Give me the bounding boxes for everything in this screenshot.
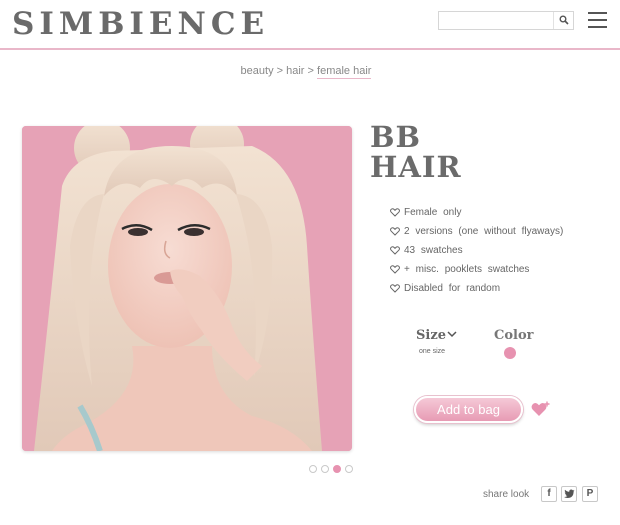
feature-list: Female only 2 versions (one without flya… <box>390 206 563 301</box>
site-header: SIMBIENCE <box>0 0 620 50</box>
size-label[interactable]: Size <box>416 328 446 343</box>
feature-item: Female only <box>390 206 563 225</box>
feature-text: Disabled for random <box>404 283 501 294</box>
feature-item: 2 versions (one without flyaways) <box>390 225 563 244</box>
search-input[interactable] <box>439 12 555 29</box>
heart-outline-icon <box>390 227 400 236</box>
heart-outline-icon <box>390 284 400 293</box>
color-label: Color <box>494 328 534 343</box>
product-image[interactable] <box>22 126 352 451</box>
share-label: share look <box>483 489 530 500</box>
add-to-bag-button[interactable]: Add to bag <box>414 396 523 423</box>
breadcrumb-item-hair[interactable]: hair <box>286 65 304 77</box>
breadcrumb-item-female-hair[interactable]: female hair <box>317 65 372 79</box>
facebook-icon: f <box>547 488 551 499</box>
color-swatch[interactable] <box>504 347 516 359</box>
breadcrumb-separator: > <box>273 65 287 77</box>
size-value: one size <box>419 348 446 355</box>
facebook-share-button[interactable]: f <box>541 486 557 502</box>
feature-text: Female only <box>404 207 462 218</box>
product-title: BB HAIR <box>370 122 462 182</box>
carousel-dot[interactable] <box>345 465 353 473</box>
carousel-dot[interactable] <box>309 465 317 473</box>
feature-text: 43 swatches <box>404 245 463 256</box>
breadcrumb: beauty > hair > female hair <box>0 65 612 79</box>
feature-text: 2 versions (one without flyaways) <box>404 226 564 237</box>
search-box <box>438 11 574 30</box>
product-title-line1: BB <box>370 120 422 154</box>
twitter-icon <box>563 489 574 498</box>
carousel-dot[interactable] <box>321 465 329 473</box>
feature-item: + misc. pooklets swatches <box>390 263 563 282</box>
breadcrumb-item-beauty[interactable]: beauty <box>241 65 274 77</box>
hamburger-menu-icon[interactable] <box>588 11 608 29</box>
feature-text: + misc. pooklets swatches <box>404 264 530 275</box>
heart-plus-icon[interactable] <box>531 401 551 417</box>
pinterest-share-button[interactable]: P <box>582 486 598 502</box>
carousel-dot-active[interactable] <box>333 465 341 473</box>
search-icon <box>559 15 569 25</box>
product-title-line2: HAIR <box>370 150 462 184</box>
product-illustration <box>22 126 352 451</box>
search-button[interactable] <box>553 12 573 29</box>
carousel-dots <box>309 465 355 475</box>
twitter-share-button[interactable] <box>561 486 577 502</box>
heart-outline-icon <box>390 265 400 274</box>
feature-item: 43 swatches <box>390 244 563 263</box>
pinterest-icon: P <box>586 488 594 499</box>
chevron-down-icon[interactable] <box>447 331 457 338</box>
heart-outline-icon <box>390 246 400 255</box>
site-logo[interactable]: SIMBIENCE <box>12 6 269 42</box>
breadcrumb-separator: > <box>304 65 318 77</box>
heart-outline-icon <box>390 208 400 217</box>
feature-item: Disabled for random <box>390 282 563 301</box>
